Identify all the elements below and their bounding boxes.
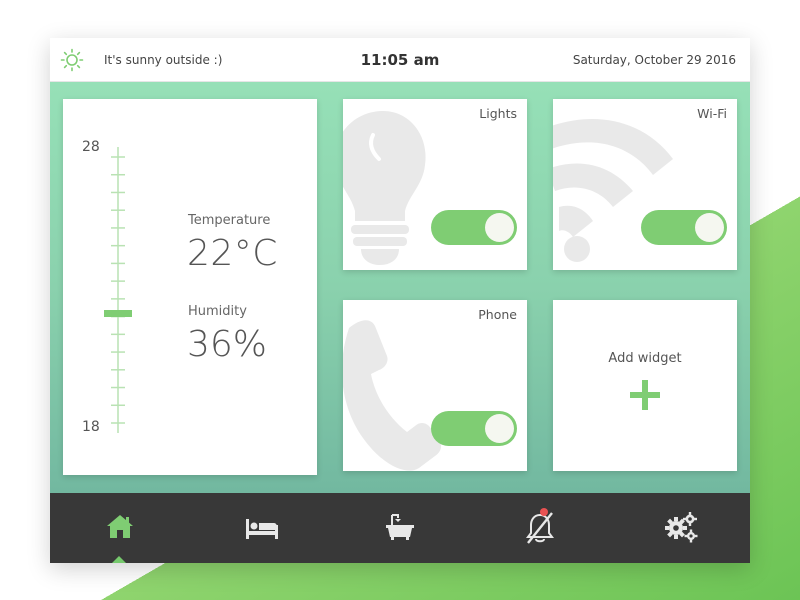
lights-toggle-knob <box>485 213 514 242</box>
temperature-scale-min: 18 <box>82 419 100 435</box>
nav-bathroom[interactable] <box>330 493 470 563</box>
wifi-label: Wi-Fi <box>697 106 727 121</box>
temperature-scale-max: 28 <box>82 139 100 155</box>
muted-bell-icon <box>526 512 554 544</box>
nav-home[interactable] <box>50 493 190 563</box>
wifi-toggle-knob <box>695 213 724 242</box>
nav-settings[interactable] <box>610 493 750 563</box>
temperature-label: Temperature <box>188 213 271 228</box>
smart-home-panel: It's sunny outside :) 11:05 am Saturday,… <box>50 38 750 563</box>
phone-toggle[interactable] <box>431 411 517 446</box>
home-icon <box>107 515 133 538</box>
temperature-slider[interactable] <box>103 147 133 433</box>
lights-toggle[interactable] <box>431 210 517 245</box>
humidity-value: 36% <box>187 324 268 365</box>
notification-dot <box>540 508 548 516</box>
temperature-slider-handle[interactable] <box>104 310 132 317</box>
status-bar: It's sunny outside :) 11:05 am Saturday,… <box>50 38 750 82</box>
phone-toggle-knob <box>485 414 514 443</box>
plus-icon[interactable] <box>630 380 660 410</box>
add-widget-label: Add widget <box>608 351 682 366</box>
settings-gears-icon <box>665 512 698 543</box>
lights-widget: Lights <box>343 99 527 270</box>
wifi-widget: Wi-Fi <box>553 99 737 270</box>
phone-widget: Phone <box>343 300 527 471</box>
nav-bedroom[interactable] <box>190 493 330 563</box>
dashboard-area: 28 18 Temperature 22°C Humidity 36% Ligh… <box>50 82 750 493</box>
add-widget-card[interactable]: Add widget <box>553 300 737 471</box>
bed-icon <box>246 519 278 539</box>
bathtub-icon <box>386 514 414 540</box>
climate-card: 28 18 Temperature 22°C Humidity 36% <box>63 99 317 475</box>
lights-label: Lights <box>479 106 517 121</box>
temperature-value: 22°C <box>187 233 278 274</box>
current-date: Saturday, October 29 2016 <box>572 53 736 67</box>
humidity-label: Humidity <box>188 304 247 319</box>
bottom-navigation <box>50 493 750 563</box>
nav-alarm[interactable] <box>470 493 610 563</box>
phone-label: Phone <box>478 307 517 322</box>
active-nav-indicator <box>112 556 126 563</box>
wifi-toggle[interactable] <box>641 210 727 245</box>
